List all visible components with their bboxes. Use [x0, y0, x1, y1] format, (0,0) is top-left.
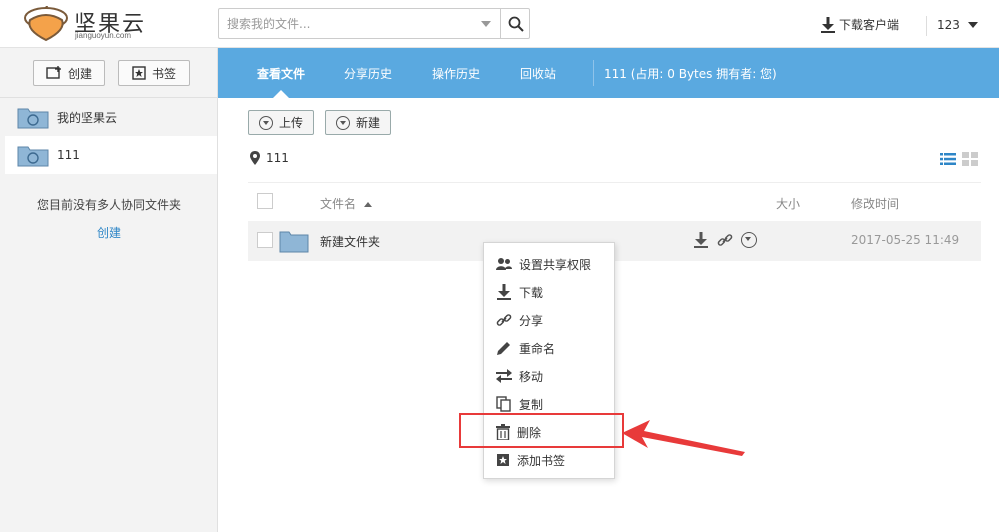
- username: 123: [937, 18, 960, 32]
- new-button-label: 新建: [356, 116, 381, 130]
- row-checkbox[interactable]: [257, 232, 273, 248]
- menu-item-add-bookmark[interactable]: 添加书签: [484, 446, 614, 474]
- column-header-modified[interactable]: 修改时间: [851, 195, 899, 212]
- folder-icon: [279, 231, 309, 253]
- location-pin-icon: [250, 151, 260, 165]
- sort-up-icon: [363, 202, 372, 207]
- menu-item-label: 分享: [519, 313, 544, 328]
- logo[interactable]: 坚果云 jianguoyun.com: [22, 6, 172, 42]
- column-header-name-label: 文件名: [320, 197, 357, 211]
- bookmark-button-label: 书签: [151, 66, 176, 81]
- menu-item-share-permissions[interactable]: 设置共享权限: [484, 250, 614, 278]
- sidebar: 创建 书签 我的坚果云 111 您目前没有多人协同文件夹 创建: [0, 48, 218, 532]
- active-tab-pointer: [273, 90, 289, 98]
- search-input[interactable]: [219, 9, 489, 38]
- menu-item-move[interactable]: 移动: [484, 362, 614, 390]
- circle-chevron-down-icon: [259, 115, 273, 130]
- sidebar-actions: 创建 书签: [0, 48, 218, 98]
- upload-button[interactable]: 上传: [248, 110, 315, 135]
- tab-recycle-bin[interactable]: 回收站: [520, 65, 556, 82]
- menu-item-rename[interactable]: 重命名: [484, 334, 614, 362]
- menu-item-label: 重命名: [519, 341, 556, 356]
- download-client-link[interactable]: 下载客户端: [821, 16, 899, 33]
- menu-item-share[interactable]: 分享: [484, 306, 614, 334]
- sidebar-item-111[interactable]: 111: [5, 136, 217, 174]
- bookmark-button[interactable]: 书签: [118, 60, 190, 86]
- breadcrumb: 111: [250, 151, 289, 165]
- table-header: 文件名 大小 修改时间: [248, 182, 981, 220]
- view-toggle: [940, 152, 978, 166]
- file-name[interactable]: 新建文件夹: [320, 233, 380, 250]
- sync-folder-icon: [17, 108, 49, 129]
- pencil-icon: [497, 342, 510, 355]
- download-icon[interactable]: [693, 232, 709, 248]
- bookmark-icon: [132, 66, 146, 80]
- menu-item-download[interactable]: 下载: [484, 278, 614, 306]
- modified-time: 2017-05-25 11:49: [851, 233, 960, 247]
- sidebar-item-label: 111: [57, 148, 80, 162]
- menu-item-label: 移动: [519, 369, 544, 384]
- main-nav-bar: 查看文件 分享历史 操作历史 回收站 111 (占用: 0 Bytes 拥有者:…: [218, 48, 999, 98]
- tab-share-history[interactable]: 分享历史: [344, 65, 392, 82]
- download-icon: [821, 16, 835, 33]
- delete-highlight-box: [459, 413, 624, 448]
- create-button[interactable]: 创建: [33, 60, 105, 86]
- chevron-down-icon: [967, 22, 978, 28]
- sidebar-item-label: 我的坚果云: [57, 110, 118, 125]
- select-all-checkbox[interactable]: [257, 193, 273, 209]
- link-icon: [496, 314, 512, 326]
- users-icon: [496, 258, 512, 270]
- menu-item-label: 添加书签: [517, 453, 566, 468]
- menu-item-label: 设置共享权限: [519, 257, 592, 272]
- link-icon[interactable]: [717, 232, 733, 248]
- search-box: [218, 8, 530, 39]
- list-view-icon[interactable]: [940, 152, 956, 166]
- add-folder-icon: [46, 66, 61, 79]
- grid-view-icon[interactable]: [962, 152, 978, 166]
- upload-button-label: 上传: [279, 116, 304, 130]
- user-menu[interactable]: 123: [937, 18, 978, 32]
- search-icon: [508, 16, 524, 32]
- menu-item-label: 下载: [519, 285, 544, 300]
- new-button[interactable]: 新建: [325, 110, 392, 135]
- copy-icon: [496, 396, 511, 412]
- row-actions: [693, 232, 757, 248]
- divider: [593, 60, 594, 86]
- circle-chevron-down-icon: [336, 115, 350, 130]
- folder-info: 111 (占用: 0 Bytes 拥有者: 您): [604, 67, 777, 81]
- more-options-icon[interactable]: [741, 232, 757, 248]
- breadcrumb-path[interactable]: 111: [266, 151, 289, 165]
- no-shared-folders-text: 您目前没有多人协同文件夹: [36, 198, 181, 212]
- top-bar: 坚果云 jianguoyun.com 下载客户端 123: [0, 0, 999, 48]
- sidebar-item-my-jianguoyun[interactable]: 我的坚果云: [5, 98, 217, 136]
- tab-operation-history[interactable]: 操作历史: [432, 65, 480, 82]
- column-header-size[interactable]: 大小: [776, 195, 800, 212]
- menu-item-label: 复制: [519, 397, 544, 412]
- tab-view-files[interactable]: 查看文件: [257, 65, 305, 82]
- acorn-logo-icon: [24, 6, 68, 42]
- annotation-arrow: [622, 420, 745, 456]
- download-icon: [497, 284, 511, 300]
- divider: [926, 16, 927, 36]
- sync-folder-icon: [17, 146, 49, 167]
- logo-subtitle: jianguoyun.com: [75, 31, 132, 40]
- bookmark-icon: [497, 454, 509, 466]
- move-arrows-icon: [496, 369, 512, 383]
- search-dropdown-caret-icon[interactable]: [481, 21, 491, 27]
- download-client-label: 下载客户端: [839, 18, 900, 32]
- search-button[interactable]: [500, 9, 530, 38]
- create-shared-folder-link[interactable]: 创建: [0, 224, 218, 241]
- column-header-name[interactable]: 文件名: [320, 195, 372, 212]
- create-button-label: 创建: [67, 66, 92, 81]
